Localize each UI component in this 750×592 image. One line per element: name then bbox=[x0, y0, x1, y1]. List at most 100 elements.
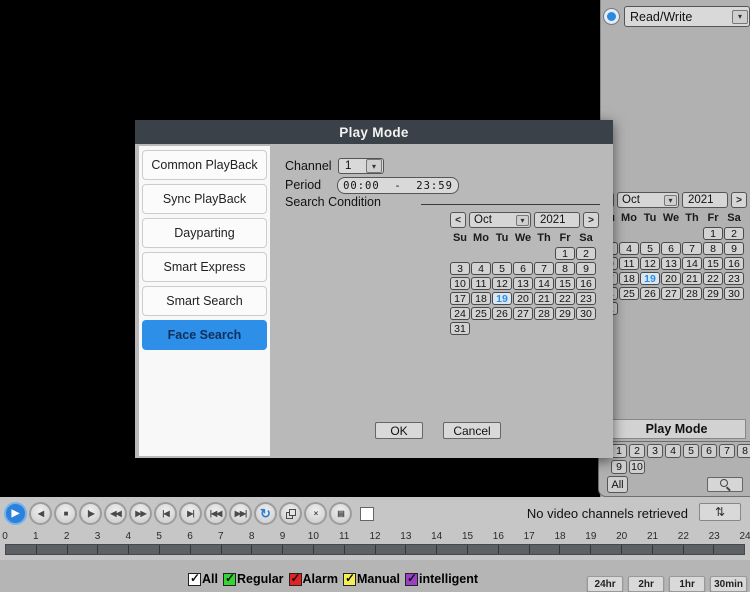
skip-to-end-button[interactable]: ▶▶| bbox=[229, 502, 252, 525]
sidebar-item-common-playback[interactable]: Common PlayBack bbox=[142, 150, 267, 180]
sidebar-item-dayparting[interactable]: Dayparting bbox=[142, 218, 267, 248]
calendar-date-18[interactable]: 18 bbox=[471, 292, 491, 305]
chevron-down-icon[interactable]: ▾ bbox=[366, 159, 382, 173]
reverse-play-button[interactable]: ◀ bbox=[29, 502, 52, 525]
calendar-date-21[interactable]: 21 bbox=[682, 272, 702, 285]
calendar-date-2[interactable]: 2 bbox=[576, 247, 596, 260]
frame-step-button[interactable]: |▶ bbox=[79, 502, 102, 525]
channel-button-4[interactable]: 4 bbox=[665, 444, 681, 458]
calendar-date-1[interactable]: 1 bbox=[555, 247, 575, 260]
calendar-date-30[interactable]: 30 bbox=[576, 307, 596, 320]
calendar-date-20[interactable]: 20 bbox=[661, 272, 681, 285]
range-button-1hr[interactable]: 1hr bbox=[669, 576, 705, 592]
channel-button-1[interactable]: 1 bbox=[611, 444, 627, 458]
filter-all[interactable]: All bbox=[188, 572, 218, 586]
checkbox-checked-icon[interactable] bbox=[223, 573, 236, 586]
channel-button-2[interactable]: 2 bbox=[629, 444, 645, 458]
calendar-date-17[interactable]: 17 bbox=[450, 292, 470, 305]
channel-button-3[interactable]: 3 bbox=[647, 444, 663, 458]
calendar-date-10[interactable]: 10 bbox=[450, 277, 470, 290]
range-button-24hr[interactable]: 24hr bbox=[587, 576, 623, 592]
multi-window-button[interactable] bbox=[279, 502, 302, 525]
channel-dropdown[interactable]: 1 ▾ bbox=[338, 158, 384, 174]
calendar-date-27[interactable]: 27 bbox=[661, 287, 681, 300]
calendar-date-12[interactable]: 12 bbox=[492, 277, 512, 290]
next-file-button[interactable]: ▶| bbox=[179, 502, 202, 525]
calendar-date-23[interactable]: 23 bbox=[576, 292, 596, 305]
chevron-down-icon[interactable]: ▾ bbox=[732, 10, 748, 24]
stop-button[interactable]: ■ bbox=[54, 502, 77, 525]
sidebar-item-smart-express[interactable]: Smart Express bbox=[142, 252, 267, 282]
range-button-2hr[interactable]: 2hr bbox=[628, 576, 664, 592]
calendar-date-22[interactable]: 22 bbox=[703, 272, 723, 285]
calendar-date-3[interactable]: 3 bbox=[450, 262, 470, 275]
save-clip-button[interactable]: ▤ bbox=[329, 502, 352, 525]
calendar-date-2[interactable]: 2 bbox=[724, 227, 744, 240]
playback-checkbox[interactable] bbox=[360, 507, 374, 521]
ok-button[interactable]: OK bbox=[375, 422, 423, 439]
calendar-date-5[interactable]: 5 bbox=[492, 262, 512, 275]
calendar-date-13[interactable]: 13 bbox=[513, 277, 533, 290]
calendar-date-25[interactable]: 25 bbox=[619, 287, 639, 300]
calendar-date-14[interactable]: 14 bbox=[682, 257, 702, 270]
calendar-date-11[interactable]: 11 bbox=[619, 257, 639, 270]
calendar-date-29[interactable]: 29 bbox=[555, 307, 575, 320]
filter-regular[interactable]: Regular bbox=[223, 572, 284, 586]
calendar-date-4[interactable]: 4 bbox=[619, 242, 639, 255]
loop-button[interactable]: ↻ bbox=[254, 502, 277, 525]
calendar-date-24[interactable]: 24 bbox=[450, 307, 470, 320]
channel-refresh-button[interactable]: ⇅ bbox=[699, 503, 741, 521]
read-write-dropdown[interactable]: Read/Write ▾ bbox=[624, 6, 750, 27]
calendar-year-field[interactable]: 2021 bbox=[682, 192, 728, 208]
channel-button-7[interactable]: 7 bbox=[719, 444, 735, 458]
calendar-year-field[interactable]: 2021 bbox=[534, 212, 580, 228]
calendar-date-8[interactable]: 8 bbox=[703, 242, 723, 255]
sidebar-item-face-search[interactable]: Face Search bbox=[142, 320, 267, 350]
channel-button-5[interactable]: 5 bbox=[683, 444, 699, 458]
calendar-date-18[interactable]: 18 bbox=[619, 272, 639, 285]
fast-forward-button[interactable]: ▶▶ bbox=[129, 502, 152, 525]
calendar-date-16[interactable]: 16 bbox=[576, 277, 596, 290]
cancel-button[interactable]: Cancel bbox=[443, 422, 501, 439]
close-button[interactable]: × bbox=[304, 502, 327, 525]
checkbox-checked-icon[interactable] bbox=[405, 573, 418, 586]
channel-button-9[interactable]: 9 bbox=[611, 460, 627, 474]
all-channels-button[interactable]: All bbox=[607, 476, 628, 493]
calendar-date-31[interactable]: 31 bbox=[450, 322, 470, 335]
checkbox-checked-icon[interactable] bbox=[343, 573, 356, 586]
calendar-date-16[interactable]: 16 bbox=[724, 257, 744, 270]
calendar-date-8[interactable]: 8 bbox=[555, 262, 575, 275]
filter-alarm[interactable]: Alarm bbox=[289, 572, 338, 586]
calendar-month-dropdown[interactable]: Oct▾ bbox=[617, 192, 679, 208]
calendar-date-28[interactable]: 28 bbox=[534, 307, 554, 320]
calendar-next-button[interactable]: > bbox=[583, 212, 599, 228]
channel-button-10[interactable]: 10 bbox=[629, 460, 645, 474]
prev-file-button[interactable]: |◀ bbox=[154, 502, 177, 525]
channel-search-button[interactable] bbox=[707, 477, 743, 492]
calendar-date-23[interactable]: 23 bbox=[724, 272, 744, 285]
calendar-date-26[interactable]: 26 bbox=[492, 307, 512, 320]
calendar-date-15[interactable]: 15 bbox=[555, 277, 575, 290]
calendar-date-4[interactable]: 4 bbox=[471, 262, 491, 275]
calendar-date-29[interactable]: 29 bbox=[703, 287, 723, 300]
range-button-30min[interactable]: 30min bbox=[710, 576, 747, 592]
rewind-button[interactable]: ◀◀ bbox=[104, 502, 127, 525]
checkbox-checked-icon[interactable] bbox=[289, 573, 302, 586]
calendar-date-20[interactable]: 20 bbox=[513, 292, 533, 305]
calendar-date-12[interactable]: 12 bbox=[640, 257, 660, 270]
channel-button-6[interactable]: 6 bbox=[701, 444, 717, 458]
calendar-date-11[interactable]: 11 bbox=[471, 277, 491, 290]
calendar-date-27[interactable]: 27 bbox=[513, 307, 533, 320]
calendar-date-7[interactable]: 7 bbox=[534, 262, 554, 275]
sidebar-item-smart-search[interactable]: Smart Search bbox=[142, 286, 267, 316]
calendar-date-19[interactable]: 19 bbox=[492, 292, 512, 305]
calendar-date-1[interactable]: 1 bbox=[703, 227, 723, 240]
calendar-date-25[interactable]: 25 bbox=[471, 307, 491, 320]
calendar-date-22[interactable]: 22 bbox=[555, 292, 575, 305]
checkbox-checked-icon[interactable] bbox=[188, 573, 201, 586]
calendar-date-30[interactable]: 30 bbox=[724, 287, 744, 300]
radio-selected-icon[interactable] bbox=[603, 8, 620, 25]
calendar-prev-button[interactable]: < bbox=[450, 212, 466, 228]
channel-button-8[interactable]: 8 bbox=[737, 444, 750, 458]
calendar-month-dropdown[interactable]: Oct▾ bbox=[469, 212, 531, 228]
